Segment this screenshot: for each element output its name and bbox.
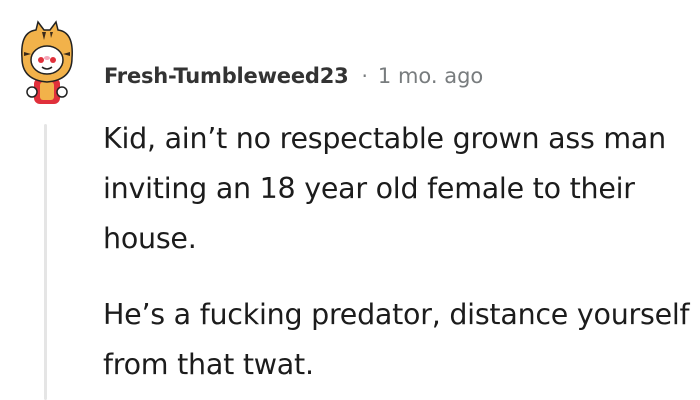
user-avatar[interactable] — [14, 18, 78, 110]
snoo-avatar-icon — [21, 20, 73, 104]
comment-body: Kid, ain’t no respectable grown ass man … — [103, 114, 693, 390]
thread-collapse-line[interactable] — [44, 124, 47, 400]
comment-paragraph-1: Kid, ain’t no respectable grown ass man … — [103, 122, 666, 255]
author-username[interactable]: Fresh-Tumbleweed23 — [104, 64, 349, 88]
comment: Fresh-Tumbleweed23 · 1 mo. ago Kid, ain’… — [0, 0, 700, 400]
comment-header: Fresh-Tumbleweed23 · 1 mo. ago — [104, 58, 483, 94]
comment-paragraph-2: He’s a fucking predator, distance yourse… — [103, 298, 690, 381]
meta-separator: · — [361, 64, 368, 88]
comment-timestamp[interactable]: 1 mo. ago — [378, 64, 483, 88]
